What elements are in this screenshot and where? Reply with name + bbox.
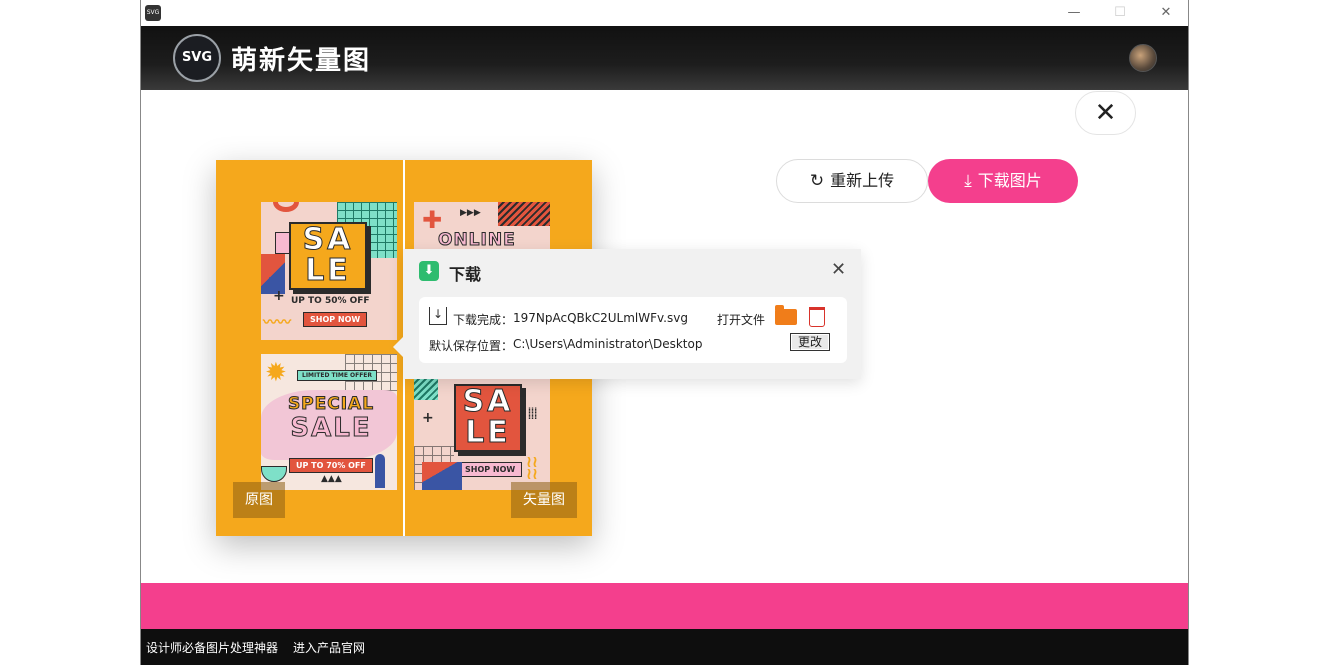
delete-trash-icon[interactable] — [809, 307, 825, 327]
popup-title: 下载 — [449, 265, 482, 284]
triangle-decoration: ▲▲▲ — [321, 474, 342, 484]
open-folder-icon[interactable] — [775, 305, 797, 325]
window-close-button[interactable]: ✕ — [1143, 0, 1188, 26]
teal-bowl-decoration — [261, 466, 287, 482]
pink-banner — [141, 583, 1188, 629]
download-complete-label: 下载完成： — [453, 313, 514, 327]
file-download-icon: ↓ — [429, 307, 447, 325]
reupload-label: 重新上传 — [830, 171, 895, 190]
app-icon: SVG — [145, 5, 161, 21]
screen: SVG — ☐ ✕ SVG 萌新矢量图 ✕ ↻ 重新上传 ⤓ 下载图片 SA L… — [0, 0, 1330, 665]
cross-decoration: ✚ — [422, 206, 443, 234]
arrow-decoration: ▶▶▶ — [460, 208, 481, 218]
download-success-icon: ⬇ — [419, 261, 439, 281]
download-filename: 197NpAcQBkC2ULmlWFv.svg — [513, 311, 688, 325]
limited-offer-banner: LIMITED TIME OFFER — [297, 370, 378, 381]
vector-card-sale: SA LE + ⁞⁞⁞ ⁞⁞⁞ SHOP NOW ≀≀ ≀≀ — [414, 378, 550, 490]
popup-pointer — [393, 337, 403, 357]
title-bar: SVG — ☐ ✕ — [141, 0, 1188, 26]
change-location-button[interactable]: 更改 — [790, 333, 830, 351]
shop-now-tag: SHOP NOW — [303, 312, 368, 327]
user-avatar[interactable] — [1129, 44, 1157, 72]
wave-decoration: 〰〰 — [263, 315, 291, 331]
logo-icon: SVG — [173, 34, 221, 82]
discount-text: UP TO 50% OFF — [291, 296, 370, 306]
maximize-button[interactable]: ☐ — [1097, 0, 1143, 26]
online-headline: ONLINE — [438, 230, 516, 251]
minimize-button[interactable]: — — [1051, 0, 1097, 26]
save-location-label: 默认保存位置： — [429, 339, 514, 353]
vector-image-label: 矢量图 — [511, 482, 577, 518]
download-popup: ⬇ 下载 ✕ ↓ 下载完成： 197NpAcQBkC2ULmlWFv.svg 打… — [393, 249, 861, 379]
sale-headline: SA LE — [289, 222, 367, 290]
wave-decoration: ≀≀ ≀≀ — [526, 452, 538, 483]
original-card-special: ✹ LIMITED TIME OFFER SPECIAL SALE UP TO … — [261, 354, 397, 490]
refresh-icon: ↻ — [809, 171, 825, 191]
circle-decoration — [273, 202, 299, 212]
close-preview-button[interactable]: ✕ — [1075, 91, 1136, 135]
blue-pill-decoration — [375, 454, 385, 488]
shop-now-tag: SHOP NOW — [458, 462, 523, 477]
download-label: 下载图片 — [977, 171, 1042, 190]
footer-slogan: 设计师必备图片处理神器 — [146, 641, 279, 655]
blue-wedge-decoration — [422, 462, 462, 490]
download-image-button[interactable]: ⤓ 下载图片 — [928, 159, 1078, 203]
plus-decoration: + — [422, 410, 434, 426]
special-sale-headline: SPECIAL SALE — [287, 394, 375, 443]
discount-tag: UP TO 70% OFF — [289, 458, 373, 473]
dots-decoration: ⁞⁞⁞ ⁞⁞⁞ — [528, 406, 538, 421]
mint-stripes-decoration — [414, 378, 438, 400]
app-header: SVG 萌新矢量图 — [141, 26, 1188, 90]
download-info-panel: ↓ 下载完成： 197NpAcQBkC2ULmlWFv.svg 打开文件 默认保… — [419, 297, 847, 363]
original-card-sale: SA LE UP TO 50% OFF SHOP NOW + 〰〰 — [261, 202, 397, 340]
popup-close-button[interactable]: ✕ — [831, 259, 846, 280]
star-decoration: ✹ — [265, 358, 287, 388]
reupload-button[interactable]: ↻ 重新上传 — [776, 159, 928, 203]
app-window: SVG — ☐ ✕ SVG 萌新矢量图 ✕ ↻ 重新上传 ⤓ 下载图片 SA L… — [140, 0, 1189, 665]
app-name: 萌新矢量图 — [231, 46, 372, 76]
original-image-label: 原图 — [233, 482, 285, 518]
product-website-link[interactable]: 进入产品官网 — [293, 639, 365, 656]
red-stripes-decoration — [498, 202, 550, 226]
footer-bar: 设计师必备图片处理神器 进入产品官网 — [141, 629, 1188, 665]
plus-decoration: + — [273, 288, 285, 304]
vector-card-online: ✚ ▶▶▶ ONLINE — [414, 202, 550, 250]
open-file-link[interactable]: 打开文件 — [717, 311, 765, 328]
sale-headline-vector: SA LE — [454, 384, 522, 452]
download-icon: ⤓ — [964, 171, 972, 191]
save-path: C:\Users\Administrator\Desktop — [513, 337, 703, 351]
